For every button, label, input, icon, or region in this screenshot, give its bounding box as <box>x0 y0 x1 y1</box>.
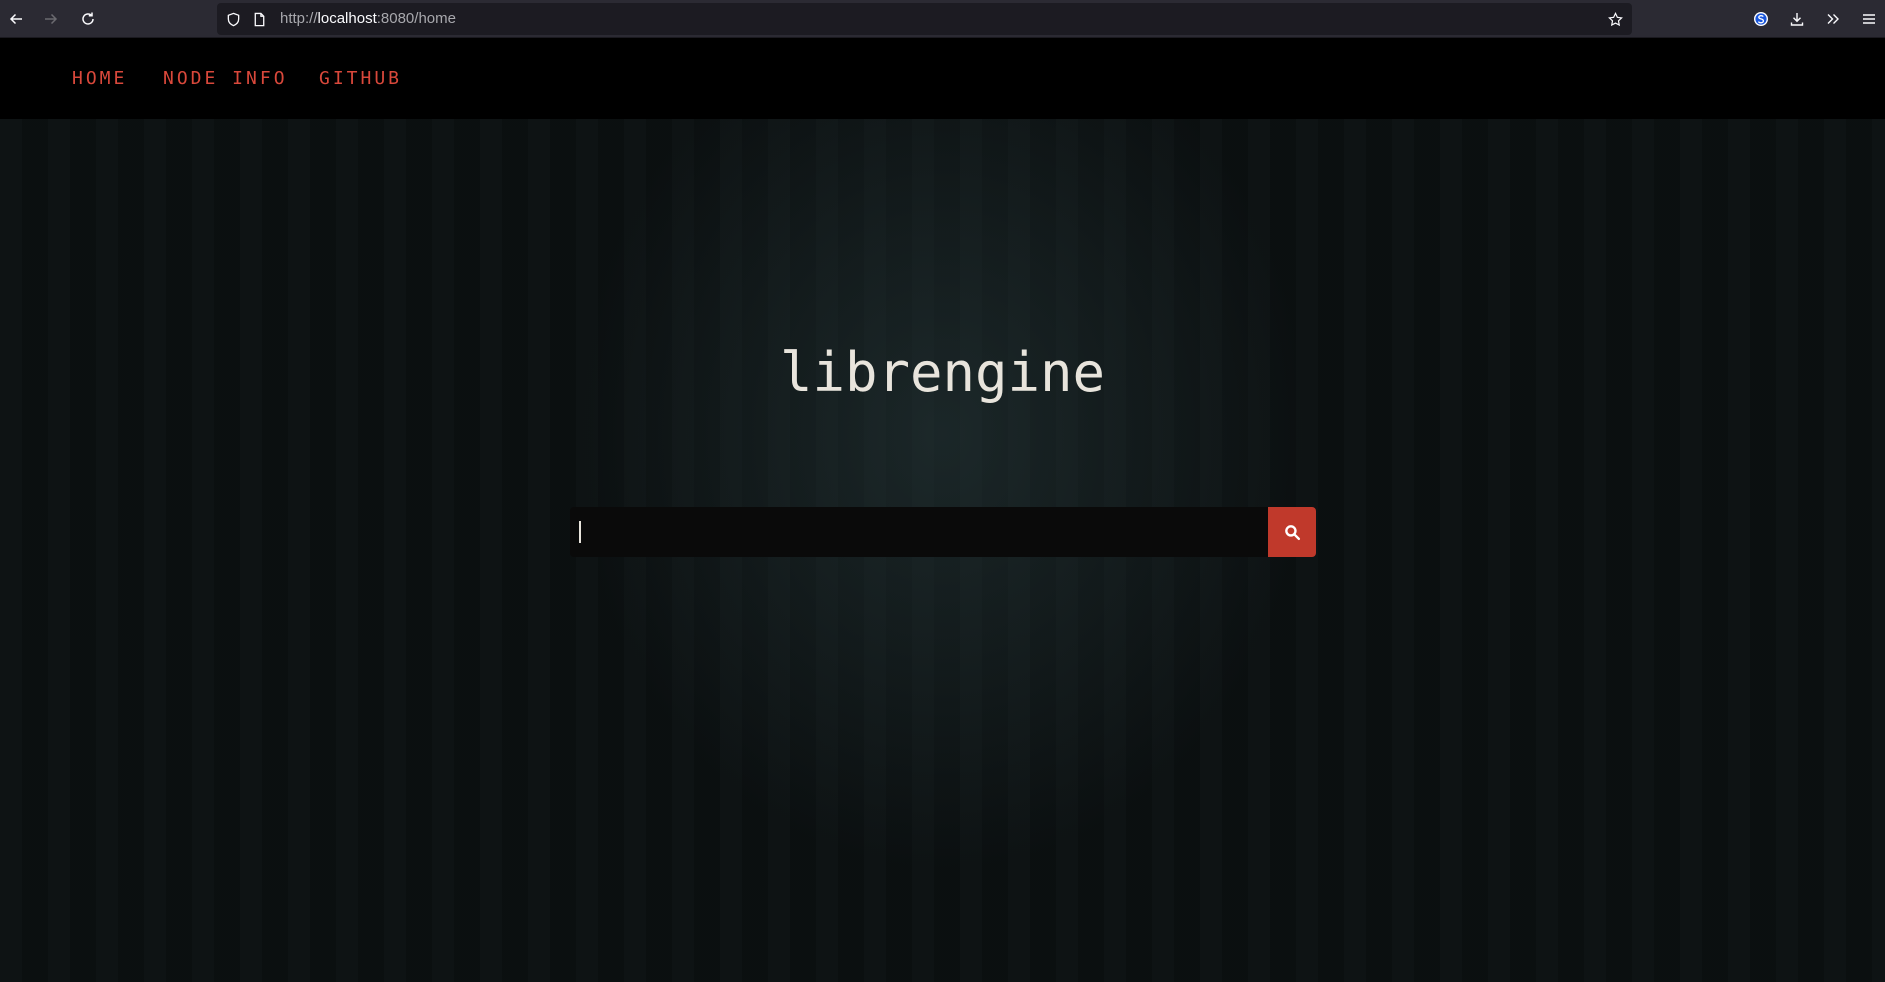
text-caret <box>579 521 581 543</box>
site-title: librengine <box>779 341 1106 404</box>
page-body: HOME NODE INFO GITHUB librengine <box>0 38 1885 982</box>
search-icon <box>1284 524 1301 541</box>
url-text[interactable]: http://localhost:8080/home <box>280 3 456 35</box>
download-icon[interactable] <box>1785 7 1809 31</box>
address-bar[interactable]: http://localhost:8080/home <box>217 3 1632 35</box>
top-navigation: HOME NODE INFO GITHUB <box>0 38 1885 119</box>
search-input[interactable] <box>570 507 1268 557</box>
nav-node-info-link[interactable]: NODE INFO <box>163 38 288 119</box>
star-icon[interactable] <box>1607 11 1623 27</box>
search-form <box>570 507 1316 557</box>
url-path: :8080/home <box>376 10 456 27</box>
browser-toolbar: http://localhost:8080/home <box>0 0 1885 38</box>
shield-icon[interactable] <box>225 11 241 27</box>
nav-github-link[interactable]: GITHUB <box>319 38 402 119</box>
page-icon[interactable] <box>251 11 267 27</box>
forward-icon[interactable] <box>39 7 63 31</box>
nav-home-link[interactable]: HOME <box>72 38 127 119</box>
menu-icon[interactable] <box>1857 7 1881 31</box>
url-scheme: http:// <box>280 10 318 27</box>
reload-icon[interactable] <box>76 7 100 31</box>
extension-icon[interactable] <box>1749 7 1773 31</box>
url-host: localhost <box>317 10 377 27</box>
overflow-icon[interactable] <box>1821 7 1845 31</box>
search-button[interactable] <box>1268 507 1316 557</box>
back-icon[interactable] <box>4 7 28 31</box>
